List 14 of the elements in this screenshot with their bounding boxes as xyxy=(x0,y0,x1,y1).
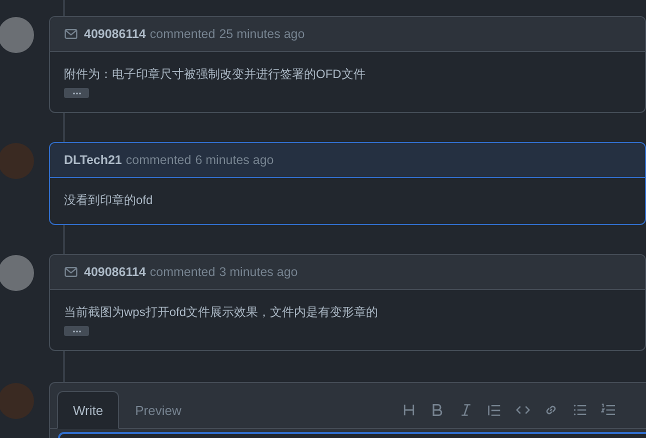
timestamp-link[interactable]: 3 minutes ago xyxy=(219,265,298,279)
comment-text: 没看到印章的ofd xyxy=(64,192,154,209)
comment-action: commented xyxy=(150,265,216,279)
comment-text: 当前截图为wps打开ofd文件展示效果，文件内是有变形章的 xyxy=(64,304,380,321)
author-link[interactable]: 409086114 xyxy=(84,27,146,41)
timestamp-link[interactable]: 6 minutes ago xyxy=(195,153,274,167)
comment-action: commented xyxy=(126,153,192,167)
editor-tab[interactable]: Write xyxy=(57,391,120,429)
timestamp-link[interactable]: 25 minutes ago xyxy=(219,27,305,41)
comment-text: 附件为：电子印章尺寸被强制改变并进行签署的OFD文件 xyxy=(64,66,366,83)
editor-tab[interactable]: Preview xyxy=(119,391,198,429)
author-link[interactable]: DLTech21 xyxy=(64,153,122,167)
comment-action: commented xyxy=(150,27,216,41)
author-link[interactable]: 409086114 xyxy=(84,265,146,279)
